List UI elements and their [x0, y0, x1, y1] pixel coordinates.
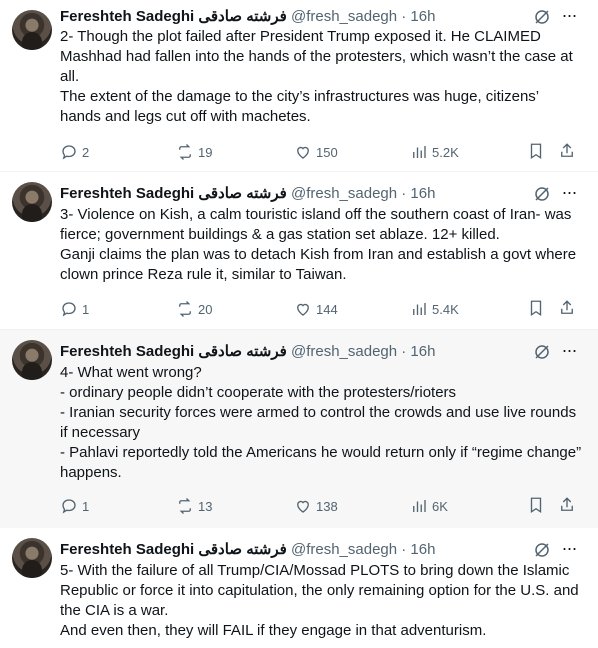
- like-count: 144: [316, 301, 338, 317]
- more-options-button[interactable]: ···: [559, 539, 579, 559]
- repost-count: 20: [198, 301, 213, 317]
- views-icon: [413, 303, 426, 315]
- bookmark-icon[interactable]: [527, 299, 547, 319]
- tweet-header: Fereshteh Sadeghi فرشته صادقی @fresh_sad…: [60, 7, 435, 27]
- tweet[interactable]: Fereshteh Sadeghi فرشته صادقی @fresh_sad…: [0, 0, 598, 172]
- view-count: 5.2K: [432, 144, 459, 160]
- repost-button[interactable]: 19: [176, 142, 212, 162]
- handle-and-time[interactable]: @fresh_sadegh · 16h: [291, 8, 436, 25]
- bookmark-icon[interactable]: [527, 142, 547, 162]
- views-button[interactable]: 6K: [410, 496, 448, 516]
- tweet[interactable]: Fereshteh Sadeghi فرشته صادقی @fresh_sad…: [0, 172, 598, 330]
- views-icon: [413, 146, 426, 158]
- tweet-header: Fereshteh Sadeghi فرشته صادقی @fresh_sad…: [60, 540, 435, 560]
- reply-count: 1: [82, 498, 90, 514]
- reply-count: 1: [82, 301, 90, 317]
- reply-icon: [62, 499, 76, 514]
- tweet-actions: 1 20 144 5.4K: [60, 299, 582, 319]
- more-options-button[interactable]: ···: [559, 6, 579, 26]
- tweet-text: 5- With the failure of all Trump/CIA/Mos…: [60, 562, 579, 639]
- more-options-button[interactable]: ···: [559, 341, 579, 361]
- author-name[interactable]: Fereshteh Sadeghi فرشته صادقی: [60, 8, 287, 25]
- tweet-text: 4- What went wrong? - ordinary people di…: [60, 364, 582, 481]
- author-name[interactable]: Fereshteh Sadeghi فرشته صادقی: [60, 541, 287, 558]
- repost-icon: [179, 144, 191, 160]
- reply-icon: [62, 145, 76, 160]
- reply-button[interactable]: 1: [60, 299, 89, 319]
- like-button[interactable]: 138: [294, 496, 338, 516]
- share-icon[interactable]: [558, 496, 578, 516]
- like-count: 150: [316, 144, 338, 160]
- avatar[interactable]: [12, 182, 52, 222]
- repost-button[interactable]: 13: [176, 496, 212, 516]
- heart-icon: [297, 303, 309, 316]
- like-count: 138: [316, 498, 338, 514]
- tweet[interactable]: Fereshteh Sadeghi فرشته صادقی @fresh_sad…: [0, 330, 598, 528]
- avatar[interactable]: [12, 10, 52, 50]
- author-name[interactable]: Fereshteh Sadeghi فرشته صادقی: [60, 343, 287, 360]
- like-button[interactable]: 144: [294, 299, 338, 319]
- views-icon: [413, 500, 426, 512]
- reply-count: 2: [82, 144, 90, 160]
- repost-icon: [179, 301, 191, 317]
- avatar[interactable]: [12, 538, 52, 578]
- view-count: 5.4K: [432, 301, 459, 317]
- grok-icon[interactable]: [533, 8, 551, 26]
- tweet-text: 2- Though the plot failed after Presiden…: [60, 28, 573, 125]
- bookmark-icon[interactable]: [527, 496, 547, 516]
- share-icon[interactable]: [558, 142, 578, 162]
- reply-icon: [62, 302, 76, 317]
- tweet-header: Fereshteh Sadeghi فرشته صادقی @fresh_sad…: [60, 184, 435, 204]
- views-button[interactable]: 5.4K: [410, 299, 459, 319]
- tweet-actions: 2 19 150 5.2K: [60, 142, 582, 162]
- tweet-actions: 1 13 138 6K: [60, 496, 582, 516]
- grok-icon[interactable]: [533, 541, 551, 559]
- repost-icon: [179, 498, 191, 514]
- handle-and-time[interactable]: @fresh_sadegh · 16h: [291, 541, 436, 558]
- heart-icon: [297, 500, 309, 513]
- more-options-button[interactable]: ···: [559, 183, 579, 203]
- avatar[interactable]: [12, 340, 52, 380]
- handle-and-time[interactable]: @fresh_sadegh · 16h: [291, 343, 436, 360]
- grok-icon[interactable]: [533, 343, 551, 361]
- repost-count: 19: [198, 144, 213, 160]
- heart-icon: [297, 146, 309, 159]
- views-button[interactable]: 5.2K: [410, 142, 459, 162]
- handle-and-time[interactable]: @fresh_sadegh · 16h: [291, 185, 436, 202]
- repost-button[interactable]: 20: [176, 299, 212, 319]
- reply-button[interactable]: 2: [60, 142, 89, 162]
- author-name[interactable]: Fereshteh Sadeghi فرشته صادقی: [60, 185, 287, 202]
- tweet-text: 3- Violence on Kish, a calm touristic is…: [60, 206, 577, 283]
- tweet-header: Fereshteh Sadeghi فرشته صادقی @fresh_sad…: [60, 342, 435, 362]
- tweet[interactable]: Fereshteh Sadeghi فرشته صادقی @fresh_sad…: [0, 528, 598, 648]
- grok-icon[interactable]: [533, 185, 551, 203]
- share-icon[interactable]: [558, 299, 578, 319]
- like-button[interactable]: 150: [294, 142, 338, 162]
- repost-count: 13: [198, 498, 213, 514]
- reply-button[interactable]: 1: [60, 496, 89, 516]
- view-count: 6K: [432, 498, 448, 514]
